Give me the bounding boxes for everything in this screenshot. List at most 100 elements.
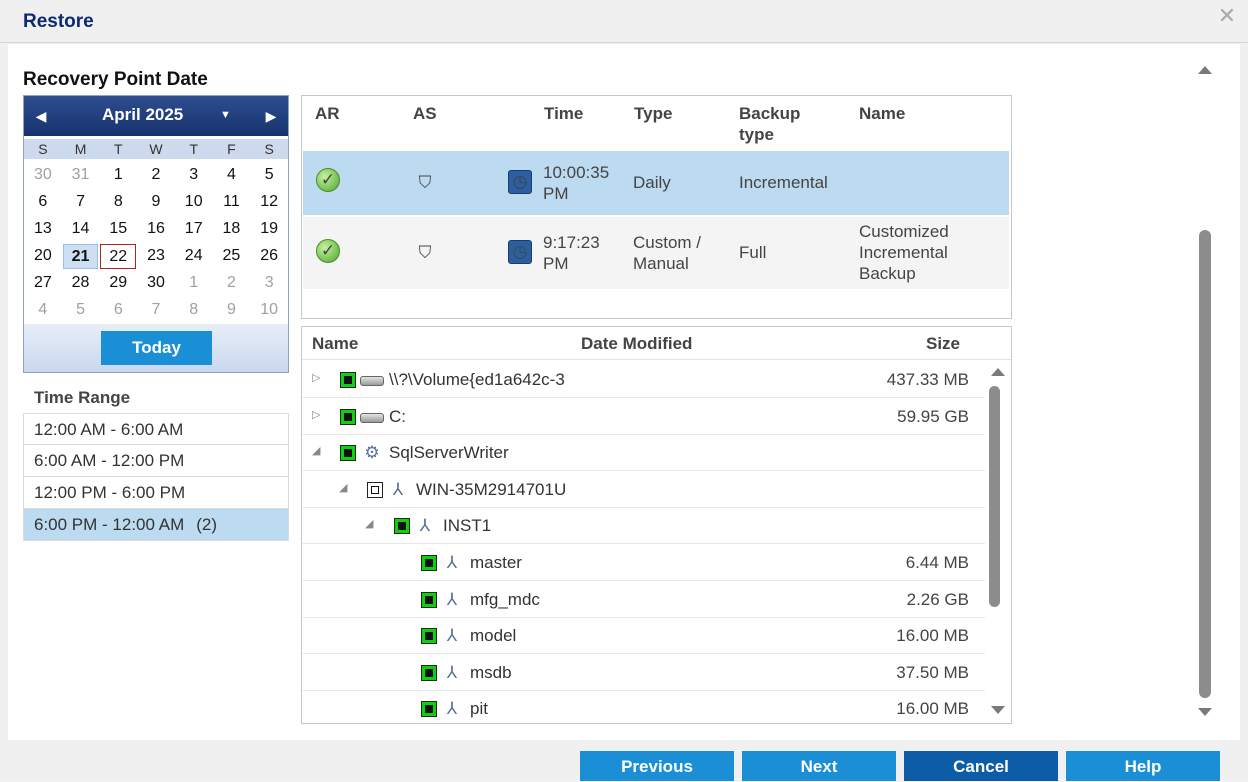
scroll-up-icon[interactable] xyxy=(991,368,1005,376)
expand-icon[interactable]: ▷ xyxy=(312,408,324,421)
calendar-day[interactable]: 3 xyxy=(251,271,287,296)
calendar-weekdays: S M T W T F S xyxy=(24,139,288,159)
calendar-header: ◀ April 2025 ▼ ▶ xyxy=(24,96,288,136)
month-dropdown-icon[interactable]: ▼ xyxy=(220,109,231,121)
calendar-day[interactable]: 27 xyxy=(25,271,61,296)
calendar-day[interactable]: 3 xyxy=(176,163,212,188)
collapse-icon[interactable]: ◢ xyxy=(339,481,351,494)
tree-row-database[interactable]: ⅄ model 16.00 MB xyxy=(302,617,985,654)
calendar-day[interactable]: 8 xyxy=(176,298,212,323)
collapse-icon[interactable]: ◢ xyxy=(312,444,324,457)
calendar-day[interactable]: 15 xyxy=(100,217,136,242)
time-range-item[interactable]: 6:00 AM - 12:00 PM xyxy=(23,445,289,477)
calendar-day[interactable]: 24 xyxy=(176,244,212,269)
calendar-day[interactable]: 7 xyxy=(138,298,174,323)
page-scrollbar[interactable] xyxy=(1194,62,1216,722)
next-button[interactable]: Next xyxy=(742,751,896,781)
calendar-day[interactable]: 5 xyxy=(63,298,99,323)
collapse-icon[interactable]: ◢ xyxy=(365,517,377,530)
calendar-day[interactable]: 30 xyxy=(138,271,174,296)
prev-month-icon[interactable]: ◀ xyxy=(30,106,52,126)
calendar-day[interactable]: 1 xyxy=(176,271,212,296)
calendar-day[interactable]: 1 xyxy=(100,163,136,188)
cancel-button[interactable]: Cancel xyxy=(904,751,1058,781)
tree-checkbox[interactable] xyxy=(340,445,356,461)
tree-checkbox[interactable] xyxy=(421,555,437,571)
col-name: Name xyxy=(859,104,906,123)
calendar-day[interactable]: 16 xyxy=(138,217,174,242)
file-tree-scrollbar[interactable] xyxy=(983,360,1007,720)
recovery-point-row[interactable]: ✓ ⛉ ◷ 9:17:23 PM Custom / Manual Full Cust… xyxy=(303,217,1009,289)
tree-row-server[interactable]: ◢ ⅄ WIN-35M2914701U xyxy=(302,471,985,508)
scroll-down-icon[interactable] xyxy=(991,706,1005,714)
help-button[interactable]: Help xyxy=(1066,751,1220,781)
close-icon[interactable]: ✕ xyxy=(1216,5,1238,27)
calendar-day[interactable]: 14 xyxy=(63,217,99,242)
time-range-item[interactable]: 12:00 AM - 6:00 AM xyxy=(23,413,289,445)
calendar-day[interactable]: 2 xyxy=(138,163,174,188)
calendar-day[interactable]: 6 xyxy=(100,298,136,323)
calendar-day[interactable]: 9 xyxy=(138,190,174,215)
calendar-day[interactable]: 20 xyxy=(25,244,61,269)
calendar-day[interactable]: 11 xyxy=(214,190,250,215)
calendar-day[interactable]: 17 xyxy=(176,217,212,242)
time-range-item[interactable]: 12:00 PM - 6:00 PM xyxy=(23,477,289,509)
scroll-thumb[interactable] xyxy=(989,386,1000,607)
page-scroll-thumb[interactable] xyxy=(1199,230,1211,698)
calendar-day[interactable]: 29 xyxy=(100,271,136,296)
calendar-day[interactable]: 13 xyxy=(25,217,61,242)
next-month-icon[interactable]: ▶ xyxy=(260,106,282,126)
calendar-day[interactable]: 6 xyxy=(25,190,61,215)
tree-checkbox[interactable] xyxy=(340,372,356,388)
recovery-point-row-selected[interactable]: ✓ ⛉ ◷ 10:00:35 PM Daily Incremental xyxy=(303,151,1009,215)
time-range-item-selected[interactable]: 6:00 PM - 12:00 AM (2) xyxy=(23,509,289,541)
calendar-day[interactable]: 5 xyxy=(251,163,287,188)
tree-checkbox[interactable] xyxy=(394,518,410,534)
tree-row-sqlserverwriter[interactable]: ◢ ⚙ SqlServerWriter xyxy=(302,434,985,471)
previous-button[interactable]: Previous xyxy=(580,751,734,781)
tree-row-database[interactable]: ⅄ pit 16.00 MB xyxy=(302,690,985,723)
calendar-day[interactable]: 25 xyxy=(214,244,250,269)
tree-row-database[interactable]: ⅄ msdb 37.50 MB xyxy=(302,654,985,691)
tree-checkbox[interactable] xyxy=(421,701,437,717)
tree-checkbox[interactable] xyxy=(421,628,437,644)
tree-row-volume[interactable]: ▷ \\?\Volume{ed1a642c-3 437.33 MB xyxy=(302,361,985,398)
rp-name: Customized Incremental Backup xyxy=(859,221,949,284)
calendar-day[interactable]: 18 xyxy=(214,217,250,242)
col-backup-type-line1: Backup xyxy=(739,104,801,123)
today-button[interactable]: Today xyxy=(101,331,212,365)
tree-checkbox[interactable] xyxy=(421,592,437,608)
tree-row-database[interactable]: ⅄ master 6.44 MB xyxy=(302,544,985,581)
dialog-titlebar: Restore ✕ xyxy=(0,0,1248,43)
calendar-day[interactable]: 23 xyxy=(138,244,174,269)
rp-name-line1: Customized xyxy=(859,222,949,241)
calendar-days: 30 31 1 2 3 4 5 6 7 8 9 10 11 12 13 14 15 16 17 18 19 20 21 22 2… xyxy=(24,162,288,324)
calendar-day[interactable]: 9 xyxy=(214,298,250,323)
calendar-day[interactable]: 31 xyxy=(63,163,99,188)
tree-checkbox-partial[interactable] xyxy=(367,482,383,498)
calendar-day[interactable]: 4 xyxy=(25,298,61,323)
calendar-day[interactable]: 10 xyxy=(251,298,287,323)
page-scroll-up-icon[interactable] xyxy=(1198,66,1212,74)
tree-checkbox[interactable] xyxy=(421,665,437,681)
weekday-label: S xyxy=(38,141,48,157)
calendar-day[interactable]: 28 xyxy=(63,271,99,296)
calendar-day-today[interactable]: 22 xyxy=(100,244,137,269)
calendar-day[interactable]: 26 xyxy=(251,244,287,269)
tree-checkbox[interactable] xyxy=(340,409,356,425)
calendar-day[interactable]: 8 xyxy=(100,190,136,215)
calendar-day[interactable]: 7 xyxy=(63,190,99,215)
calendar-day[interactable]: 2 xyxy=(214,271,250,296)
tree-row-instance[interactable]: ◢ ⅄ INST1 xyxy=(302,507,985,544)
calendar-day[interactable]: 12 xyxy=(251,190,287,215)
expand-icon[interactable]: ▷ xyxy=(312,371,324,384)
tree-row-drive-c[interactable]: ▷ C: 59.95 GB xyxy=(302,398,985,435)
calendar-day[interactable]: 4 xyxy=(214,163,250,188)
calendar-day[interactable]: 10 xyxy=(176,190,212,215)
calendar-day-selected[interactable]: 21 xyxy=(62,244,99,269)
calendar-day[interactable]: 19 xyxy=(251,217,287,242)
col-backup-type: Backup type xyxy=(739,103,800,145)
calendar-day[interactable]: 30 xyxy=(25,163,61,188)
tree-row-database[interactable]: ⅄ mfg_mdc 2.26 GB xyxy=(302,581,985,618)
page-scroll-down-icon[interactable] xyxy=(1198,708,1212,716)
